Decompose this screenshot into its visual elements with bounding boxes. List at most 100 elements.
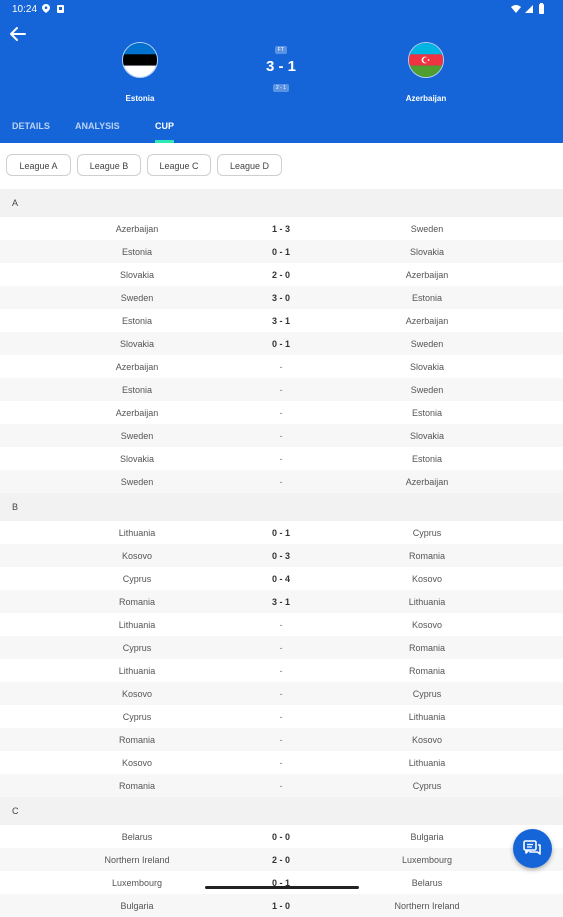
fixture-row[interactable]: Kosovo - Lithuania bbox=[0, 751, 563, 774]
fixture-home-team: Kosovo bbox=[121, 758, 153, 768]
fixture-away-team: Estonia bbox=[411, 454, 443, 464]
fixture-result: - bbox=[279, 643, 283, 653]
fixture-row[interactable]: Cyprus - Romania bbox=[0, 636, 563, 659]
chip-league-b[interactable]: League B bbox=[77, 154, 141, 176]
fixture-result: 0 - 3 bbox=[271, 551, 290, 561]
match-header: 10:24 Estonia FT 3 - 1 2 - 1 Azerbaijan … bbox=[0, 0, 563, 143]
fixture-row[interactable]: Lithuania 0 - 1 Cyprus bbox=[0, 521, 563, 544]
fixture-result: 3 - 1 bbox=[271, 597, 290, 607]
fixture-result: 2 - 0 bbox=[271, 270, 290, 280]
fixture-result: - bbox=[279, 735, 283, 745]
fixture-row[interactable]: Kosovo - Cyprus bbox=[0, 682, 563, 705]
fixture-row[interactable]: Romania - Cyprus bbox=[0, 774, 563, 797]
fixture-row[interactable]: Estonia - Sweden bbox=[0, 378, 563, 401]
fixture-result: - bbox=[279, 666, 283, 676]
fixture-home-team: Cyprus bbox=[122, 643, 152, 653]
fixture-result: 1 - 3 bbox=[271, 224, 290, 234]
fixture-result: - bbox=[279, 758, 283, 768]
fixture-result: - bbox=[279, 689, 283, 699]
match-score: 3 - 1 bbox=[265, 58, 296, 75]
fixture-away-team: Kosovo bbox=[411, 620, 443, 630]
tab-cup[interactable]: CUP bbox=[155, 121, 175, 143]
fixture-row[interactable]: Slovakia 2 - 0 Azerbaijan bbox=[0, 263, 563, 286]
fixture-home-team: Azerbaijan bbox=[115, 362, 159, 372]
fixture-row[interactable]: Bulgaria 1 - 0 Northern Ireland bbox=[0, 894, 563, 917]
group-label: A bbox=[12, 198, 19, 208]
fixture-away-team: Azerbaijan bbox=[405, 477, 449, 487]
score-box: FT 3 - 1 2 - 1 bbox=[231, 38, 331, 94]
fixture-row[interactable]: Belarus 0 - 0 Bulgaria bbox=[0, 825, 563, 848]
fixture-row[interactable]: Northern Ireland 2 - 0 Luxembourg bbox=[0, 848, 563, 871]
group-header: B bbox=[0, 493, 563, 521]
fixture-home-team: Cyprus bbox=[122, 712, 152, 722]
fixture-away-team: Romania bbox=[408, 666, 446, 676]
back-arrow-icon[interactable] bbox=[8, 25, 28, 43]
fixture-away-team: Luxembourg bbox=[401, 855, 453, 865]
home-team-name: Estonia bbox=[125, 94, 155, 103]
away-team[interactable]: Azerbaijan bbox=[371, 42, 481, 103]
fixture-away-team: Kosovo bbox=[411, 735, 443, 745]
fixture-result: 3 - 1 bbox=[271, 316, 290, 326]
fixture-away-team: Estonia bbox=[411, 408, 443, 418]
fixture-row[interactable]: Azerbaijan 1 - 3 Sweden bbox=[0, 217, 563, 240]
chip-league-c[interactable]: League C bbox=[147, 154, 211, 176]
fixture-home-team: Bulgaria bbox=[120, 901, 154, 911]
fixture-row[interactable]: Lithuania - Kosovo bbox=[0, 613, 563, 636]
fixture-row[interactable]: Sweden - Slovakia bbox=[0, 424, 563, 447]
group-header: A bbox=[0, 189, 563, 217]
fixture-away-team: Sweden bbox=[410, 385, 444, 395]
fixture-row[interactable]: Estonia 0 - 1 Slovakia bbox=[0, 240, 563, 263]
fixture-row[interactable]: Sweden - Azerbaijan bbox=[0, 470, 563, 493]
tab-analysis[interactable]: ANALYSIS bbox=[75, 121, 120, 131]
fixture-row[interactable]: Romania - Kosovo bbox=[0, 728, 563, 751]
home-team[interactable]: Estonia bbox=[85, 42, 195, 103]
fixture-home-team: Luxembourg bbox=[111, 878, 163, 888]
fixture-row[interactable]: Azerbaijan - Estonia bbox=[0, 401, 563, 424]
fixture-home-team: Slovakia bbox=[119, 339, 155, 349]
chat-button[interactable] bbox=[513, 829, 552, 868]
fixture-result: 1 - 0 bbox=[271, 901, 290, 911]
fixture-row[interactable]: Romania 3 - 1 Lithuania bbox=[0, 590, 563, 613]
fixture-result: - bbox=[279, 408, 283, 418]
fixture-away-team: Lithuania bbox=[408, 712, 446, 722]
halftime-score-badge: 2 - 1 bbox=[272, 84, 289, 92]
status-time: 10:24 bbox=[12, 4, 38, 15]
fixture-home-team: Northern Ireland bbox=[104, 855, 170, 865]
fixture-home-team: Sweden bbox=[120, 293, 154, 303]
gesture-nav-bar bbox=[205, 886, 359, 889]
fixture-home-team: Cyprus bbox=[122, 574, 152, 584]
fixture-row[interactable]: Slovakia - Estonia bbox=[0, 447, 563, 470]
fixture-home-team: Kosovo bbox=[121, 551, 153, 561]
fixture-row[interactable]: Estonia 3 - 1 Azerbaijan bbox=[0, 309, 563, 332]
fixture-away-team: Cyprus bbox=[412, 781, 442, 791]
chat-icon bbox=[523, 840, 541, 855]
chip-league-a[interactable]: League A bbox=[6, 154, 71, 176]
fixture-result: - bbox=[279, 477, 283, 487]
fixture-result: 0 - 1 bbox=[271, 247, 290, 257]
fixture-away-team: Romania bbox=[408, 643, 446, 653]
fixture-row[interactable]: Cyprus - Lithuania bbox=[0, 705, 563, 728]
fixture-row[interactable]: Slovakia 0 - 1 Sweden bbox=[0, 332, 563, 355]
fixture-row[interactable]: Lithuania - Romania bbox=[0, 659, 563, 682]
fixture-away-team: Cyprus bbox=[412, 528, 442, 538]
fixture-home-team: Azerbaijan bbox=[115, 408, 159, 418]
location-icon bbox=[42, 4, 50, 13]
fixture-away-team: Estonia bbox=[411, 293, 443, 303]
fixture-result: 3 - 0 bbox=[271, 293, 290, 303]
fixture-home-team: Romania bbox=[118, 735, 156, 745]
fixture-away-team: Sweden bbox=[410, 224, 444, 234]
fixture-result: 0 - 1 bbox=[271, 339, 290, 349]
fixture-row[interactable]: Luxembourg 0 - 1 Belarus bbox=[0, 871, 563, 894]
league-filter-chips: League A League B League C League D bbox=[0, 143, 563, 189]
fixture-away-team: Slovakia bbox=[409, 247, 445, 257]
fixture-home-team: Estonia bbox=[121, 247, 153, 257]
fixture-row[interactable]: Azerbaijan - Slovakia bbox=[0, 355, 563, 378]
fixture-row[interactable]: Kosovo 0 - 3 Romania bbox=[0, 544, 563, 567]
chip-league-d[interactable]: League D bbox=[217, 154, 282, 176]
fixture-row[interactable]: Sweden 3 - 0 Estonia bbox=[0, 286, 563, 309]
fixture-home-team: Romania bbox=[118, 597, 156, 607]
fixture-result: - bbox=[279, 362, 283, 372]
tab-details[interactable]: DETAILS bbox=[12, 121, 50, 131]
fixture-row[interactable]: Cyprus 0 - 4 Kosovo bbox=[0, 567, 563, 590]
fixture-away-team: Sweden bbox=[410, 339, 444, 349]
